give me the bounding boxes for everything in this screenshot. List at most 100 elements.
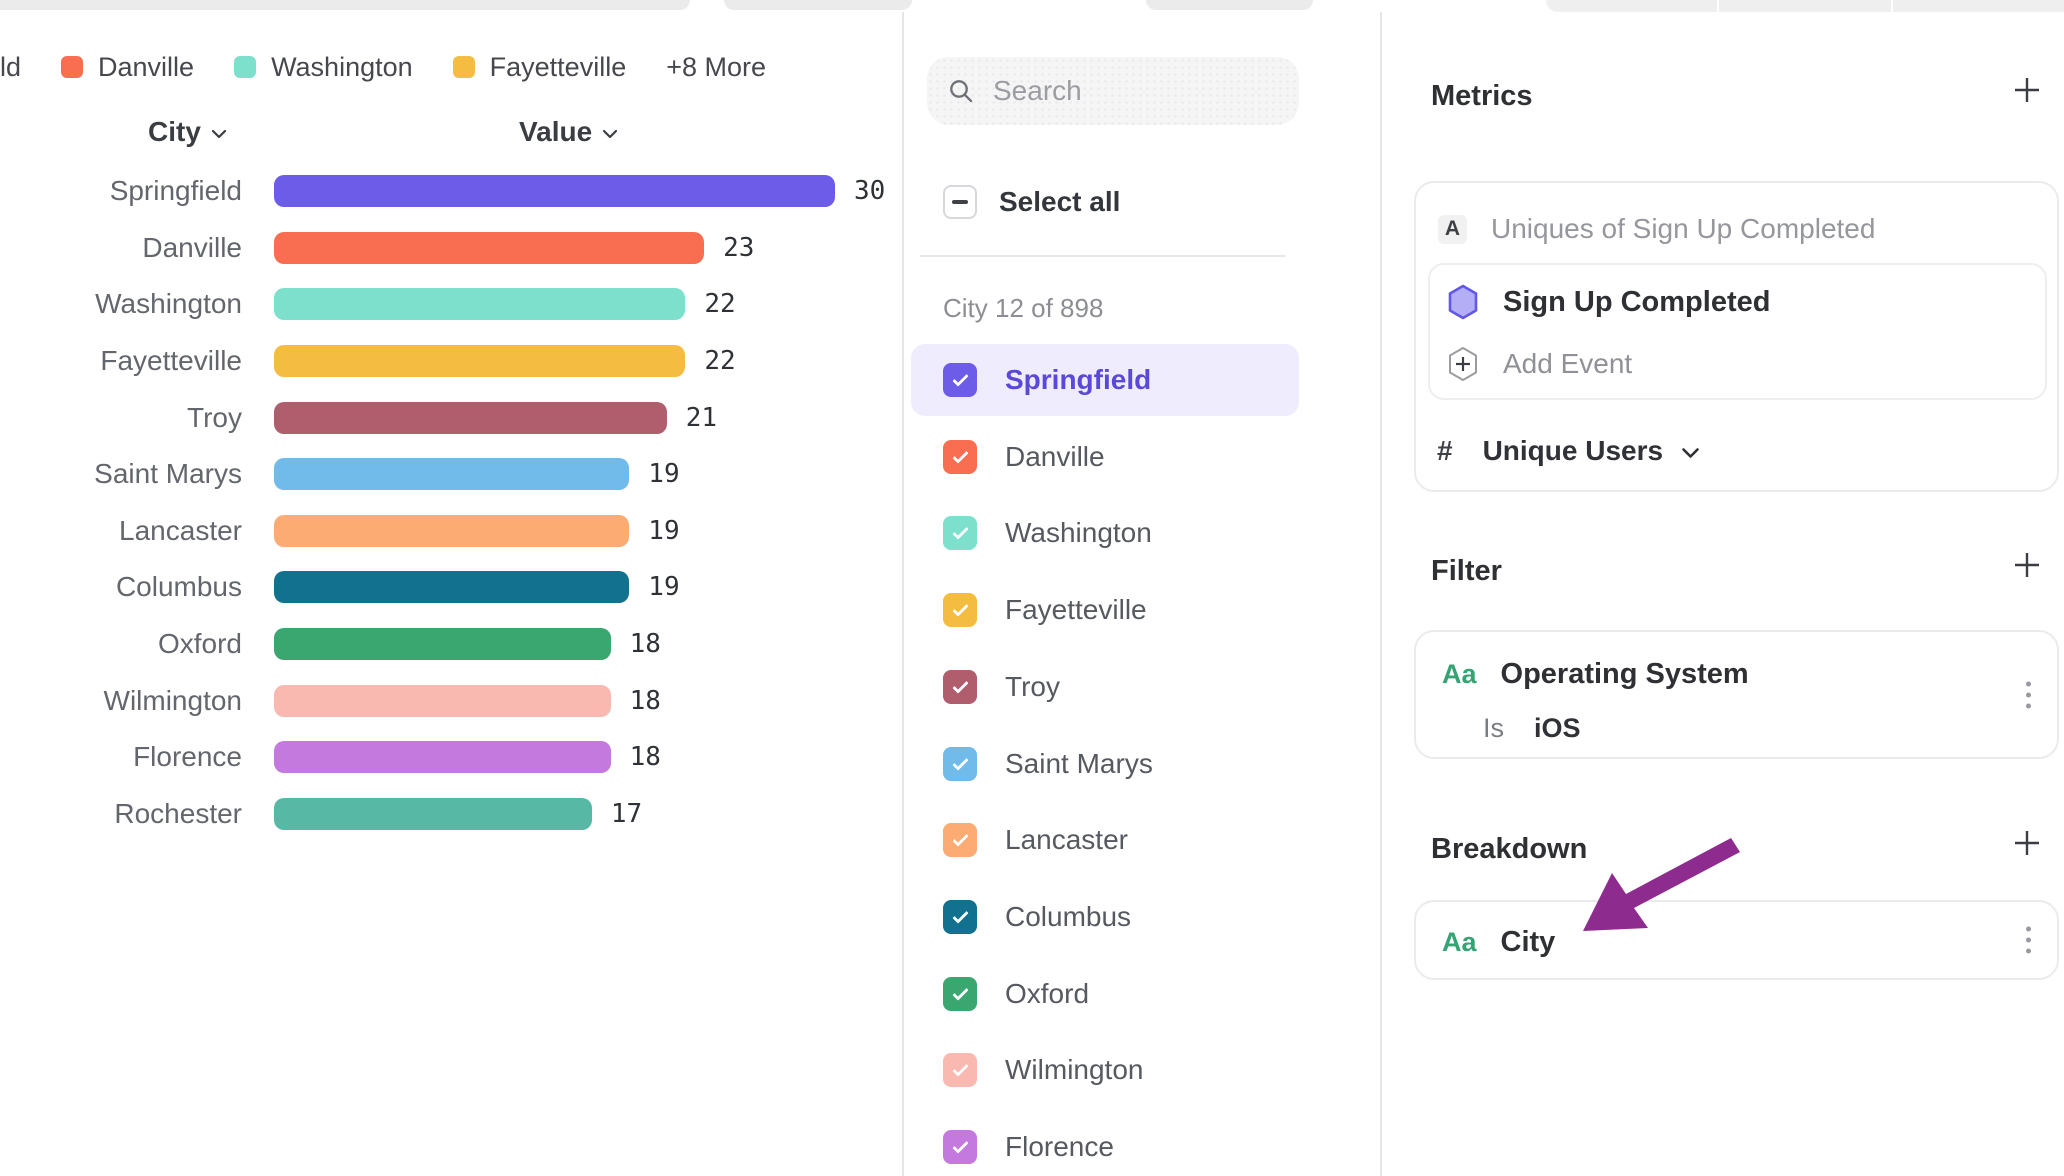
city-checkbox[interactable] [943, 516, 977, 550]
check-icon [952, 831, 968, 847]
legend-item[interactable]: Washington [234, 52, 413, 83]
sort-header-value[interactable]: Value [519, 116, 618, 148]
city-list-item[interactable]: Washington [911, 497, 1299, 569]
city-list-item[interactable]: Danville [911, 421, 1299, 493]
event-row[interactable]: Sign Up Completed [1447, 279, 1770, 325]
add-event-row[interactable]: Add Event [1447, 341, 1632, 387]
bar-value-label: 23 [723, 233, 754, 263]
bar-category-label: Rochester [0, 798, 242, 830]
chart-row[interactable]: Saint Marys19 [0, 446, 902, 503]
top-tab-1[interactable] [1546, 0, 1717, 12]
legend-item-partial[interactable]: ld [0, 52, 21, 83]
city-label: Oxford [1005, 978, 1089, 1010]
bar[interactable] [274, 741, 611, 773]
search-box[interactable] [927, 57, 1299, 125]
filter-heading: Filter [1431, 555, 1502, 588]
city-checkbox[interactable] [943, 1053, 977, 1087]
bar[interactable] [274, 685, 611, 717]
bar[interactable] [274, 571, 629, 603]
select-all-checkbox[interactable] [943, 185, 977, 219]
bar[interactable] [274, 232, 704, 264]
city-list-item[interactable]: Florence [911, 1111, 1299, 1176]
city-checkbox[interactable] [943, 977, 977, 1011]
chart-row[interactable]: Lancaster19 [0, 503, 902, 560]
chart-row[interactable]: Rochester17 [0, 786, 902, 843]
chart-legend: ld Danville Washington Fayetteville +8 Mor… [0, 50, 766, 84]
city-checkbox[interactable] [943, 823, 977, 857]
add-event-hexagon-icon [1447, 346, 1479, 382]
filter-value-label: iOS [1534, 713, 1581, 744]
city-checkbox[interactable] [943, 670, 977, 704]
text-type-icon: Aa [1442, 927, 1477, 958]
city-header-label: City [148, 116, 201, 148]
bar[interactable] [274, 345, 685, 377]
city-list-item[interactable]: Troy [911, 651, 1299, 723]
metric-summary-row: A Uniques of Sign Up Completed [1438, 209, 1875, 249]
filter-card[interactable]: Aa Operating System Is iOS [1414, 630, 2059, 759]
city-list-item[interactable]: Columbus [911, 881, 1299, 953]
bar[interactable] [274, 288, 685, 320]
chevron-down-icon [602, 129, 618, 139]
city-label: Fayetteville [1005, 594, 1147, 626]
bar[interactable] [274, 175, 835, 207]
city-checkbox[interactable] [943, 900, 977, 934]
bar[interactable] [274, 458, 629, 490]
top-tab-3[interactable] [1893, 0, 2064, 12]
city-checkbox[interactable] [943, 593, 977, 627]
check-icon [952, 601, 968, 617]
city-list-item[interactable]: Lancaster [911, 804, 1299, 876]
bar-value-label: 19 [648, 459, 679, 489]
chart-row[interactable]: Springfield30 [0, 163, 902, 220]
chart-row[interactable]: Florence18 [0, 729, 902, 786]
city-checkbox[interactable] [943, 1130, 977, 1164]
legend-label: Danville [98, 52, 194, 83]
search-input[interactable] [993, 75, 1253, 107]
measure-dropdown[interactable]: # Unique Users [1437, 429, 1700, 473]
bar-value-label: 18 [630, 686, 661, 716]
city-list-item[interactable]: Saint Marys [911, 728, 1299, 800]
chart-row[interactable]: Fayetteville22 [0, 333, 902, 390]
city-checkbox[interactable] [943, 440, 977, 474]
filter-condition-row[interactable]: Is iOS [1483, 710, 1581, 746]
breakdown-heading: Breakdown [1431, 833, 1587, 866]
bar[interactable] [274, 402, 667, 434]
city-list-item[interactable]: Wilmington [911, 1034, 1299, 1106]
chart-row[interactable]: Wilmington18 [0, 672, 902, 729]
city-list-item[interactable]: Oxford [911, 958, 1299, 1030]
filter-kebab-menu[interactable] [2022, 677, 2035, 712]
event-name-label: Sign Up Completed [1503, 286, 1770, 319]
city-label: Lancaster [1005, 824, 1128, 856]
city-list-item[interactable]: Fayetteville [911, 574, 1299, 646]
sort-header-city[interactable]: City [148, 116, 227, 148]
check-icon [952, 907, 968, 923]
city-list-item[interactable]: Springfield [911, 344, 1299, 416]
breakdown-card[interactable]: Aa City [1414, 900, 2059, 980]
city-checkbox[interactable] [943, 363, 977, 397]
bar-category-label: Springfield [0, 175, 242, 207]
breakdown-kebab-menu[interactable] [2022, 923, 2035, 958]
legend-items: Danville Washington Fayetteville [61, 52, 626, 83]
bar-value-label: 18 [630, 742, 661, 772]
legend-swatch [234, 56, 256, 78]
add-breakdown-button[interactable] [2010, 826, 2044, 860]
bar[interactable] [274, 515, 629, 547]
chart-row[interactable]: Troy21 [0, 389, 902, 446]
chart-row[interactable]: Washington22 [0, 276, 902, 333]
bar-category-label: Columbus [0, 571, 242, 603]
bar[interactable] [274, 798, 592, 830]
city-label: Washington [1005, 517, 1152, 549]
add-filter-button[interactable] [2010, 548, 2044, 582]
legend-more-button[interactable]: +8 More [666, 52, 766, 83]
select-all-row[interactable]: Select all [943, 185, 1120, 219]
city-checkbox[interactable] [943, 747, 977, 781]
add-metric-button[interactable] [2010, 73, 2044, 107]
bar-category-label: Lancaster [0, 515, 242, 547]
chart-row[interactable]: Danville23 [0, 220, 902, 277]
top-tab-2[interactable] [1719, 0, 1890, 12]
metric-card[interactable]: A Uniques of Sign Up Completed Sign Up C… [1414, 181, 2059, 492]
legend-item[interactable]: Fayetteville [453, 52, 627, 83]
chart-row[interactable]: Columbus19 [0, 559, 902, 616]
legend-item[interactable]: Danville [61, 52, 194, 83]
bar[interactable] [274, 628, 611, 660]
chart-row[interactable]: Oxford18 [0, 616, 902, 673]
